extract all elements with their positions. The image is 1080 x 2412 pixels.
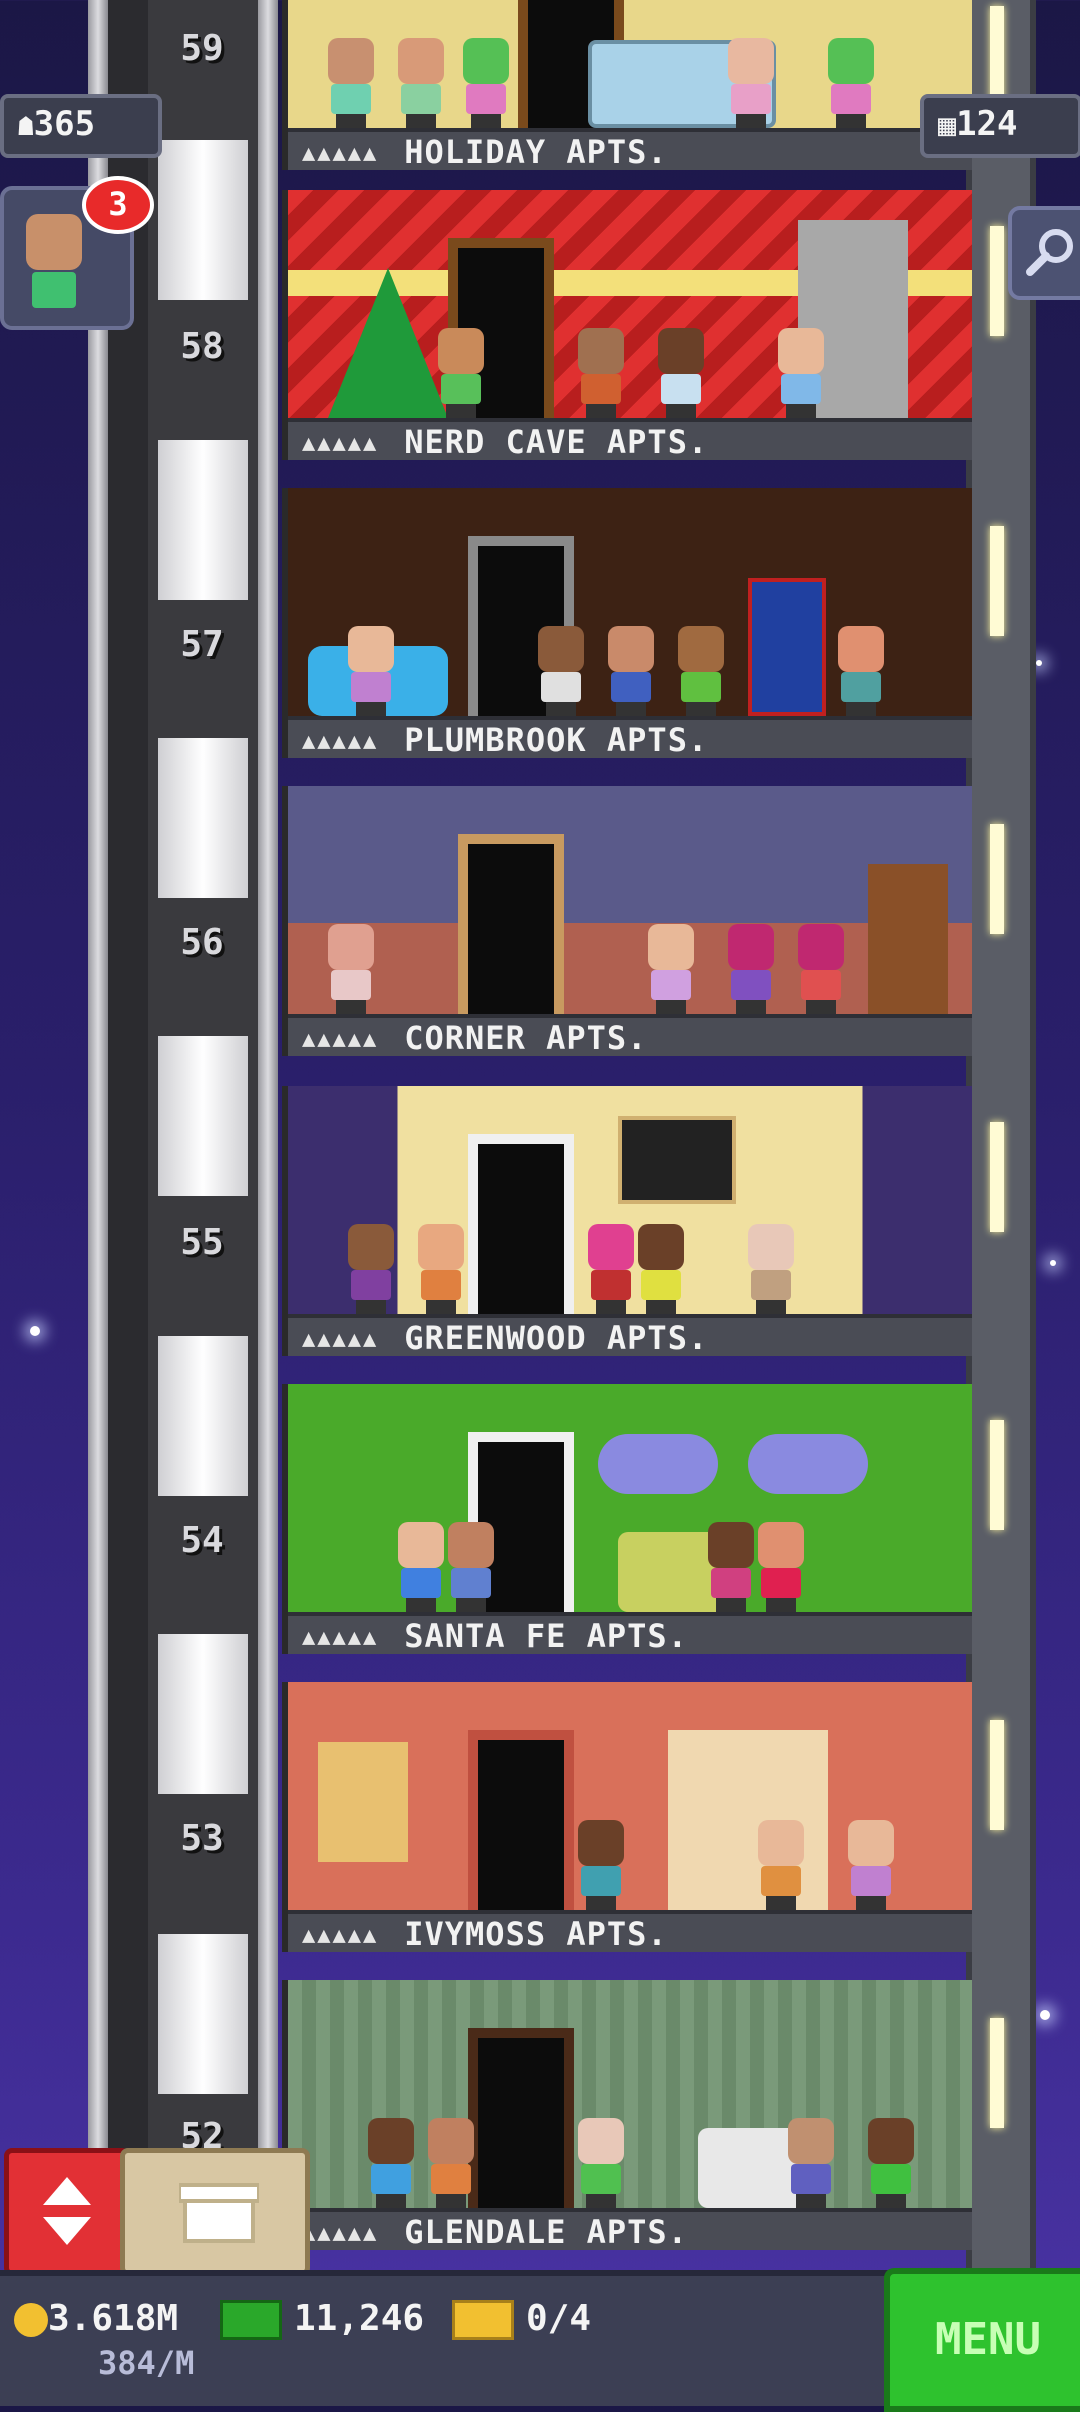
floor-57[interactable]: ▲▲▲▲▲ PLUMBROOK APTS.	[282, 488, 972, 758]
floor-name-sign[interactable]: ▲▲▲▲▲ NERD CAVE APTS.	[288, 418, 972, 460]
floor-name-sign[interactable]: ▲▲▲▲▲ CORNER APTS.	[288, 1014, 972, 1056]
star-decoration	[1040, 2010, 1050, 2020]
coins-display[interactable]: 3.618M	[14, 2298, 178, 2339]
floor-53[interactable]: ▲▲▲▲▲ IVYMOSS APTS.	[282, 1682, 972, 1952]
elevator-button[interactable]	[4, 2148, 130, 2276]
floor-58[interactable]: ▲▲▲▲▲ NERD CAVE APTS.	[282, 190, 972, 460]
floor-name-sign[interactable]: ▲▲▲▲▲ HOLIDAY APTS.	[288, 128, 972, 170]
floor-52[interactable]: ▲▲▲▲▲ GLENDALE APTS.	[282, 1980, 972, 2250]
floor-name-sign[interactable]: ▲▲▲▲▲ GREENWOOD APTS.	[288, 1314, 972, 1356]
floor-name: CORNER APTS.	[404, 1019, 648, 1056]
building-icon: ▦	[938, 108, 957, 143]
coin-icon	[14, 2303, 48, 2337]
star-decoration	[1050, 1260, 1056, 1266]
floor-54[interactable]: ▲▲▲▲▲ SANTA FE APTS.	[282, 1384, 972, 1654]
floor-name: NERD CAVE APTS.	[404, 423, 709, 460]
floor-name: IVYMOSS APTS.	[404, 1915, 668, 1952]
coin-rate: 384/M	[98, 2344, 195, 2382]
floor-number: 59	[180, 28, 224, 69]
floor-number: 54	[180, 1520, 224, 1561]
floor-number: 56	[180, 922, 224, 963]
floor-name: GLENDALE APTS.	[404, 2213, 688, 2250]
floor-name-sign[interactable]: ▲▲▲▲▲ GLENDALE APTS.	[288, 2208, 972, 2250]
floor-counter[interactable]: ▦124	[920, 94, 1080, 158]
floor-count-value: 124	[956, 104, 1018, 144]
floor-name: GREENWOOD APTS.	[404, 1319, 709, 1356]
floor-name-sign[interactable]: ▲▲▲▲▲ SANTA FE APTS.	[288, 1612, 972, 1654]
building-right-wall	[966, 0, 1036, 2270]
elevator-shaft[interactable]: 59 58 57 56 55 54 53 52	[88, 0, 278, 2270]
star-decoration	[30, 1326, 40, 1336]
floor-number: 55	[180, 1222, 224, 1263]
floor-name: HOLIDAY APTS.	[404, 133, 668, 170]
floor-59[interactable]: ▲▲▲▲▲ HOLIDAY APTS.	[282, 0, 972, 170]
floor-name-sign[interactable]: ▲▲▲▲▲ PLUMBROOK APTS.	[288, 716, 972, 758]
stack-button[interactable]	[120, 2148, 310, 2276]
crate-icon	[179, 2183, 259, 2243]
population-value: 365	[33, 104, 96, 144]
search-icon	[1026, 229, 1073, 276]
star-decoration	[1036, 660, 1042, 666]
bux-value: 11,246	[294, 2298, 425, 2339]
bux-display[interactable]: 11,246	[220, 2298, 424, 2340]
coins-value: 3.618M	[48, 2298, 179, 2339]
elevator-icon	[43, 2177, 91, 2245]
floor-56[interactable]: ▲▲▲▲▲ CORNER APTS.	[282, 786, 972, 1056]
floor-55[interactable]: ▲▲▲▲▲ GREENWOOD APTS.	[282, 1086, 972, 1356]
search-button[interactable]	[1008, 206, 1080, 300]
floor-name: PLUMBROOK APTS.	[404, 721, 709, 758]
menu-button[interactable]: MENU	[884, 2268, 1080, 2412]
population-counter[interactable]: ☗365	[0, 94, 162, 158]
floor-number: 57	[180, 624, 224, 665]
floor-number: 53	[180, 1818, 224, 1859]
floor-name-sign[interactable]: ▲▲▲▲▲ IVYMOSS APTS.	[288, 1910, 972, 1952]
tickets-value: 0/4	[526, 2298, 592, 2339]
ticket-icon	[452, 2300, 514, 2340]
floor-number: 58	[180, 326, 224, 367]
floor-name: SANTA FE APTS.	[404, 1617, 688, 1654]
person-icon: ☗	[18, 112, 34, 142]
tickets-display[interactable]: 0/4	[452, 2298, 591, 2340]
notification-badge: 3	[82, 176, 154, 234]
bux-icon	[220, 2300, 282, 2340]
